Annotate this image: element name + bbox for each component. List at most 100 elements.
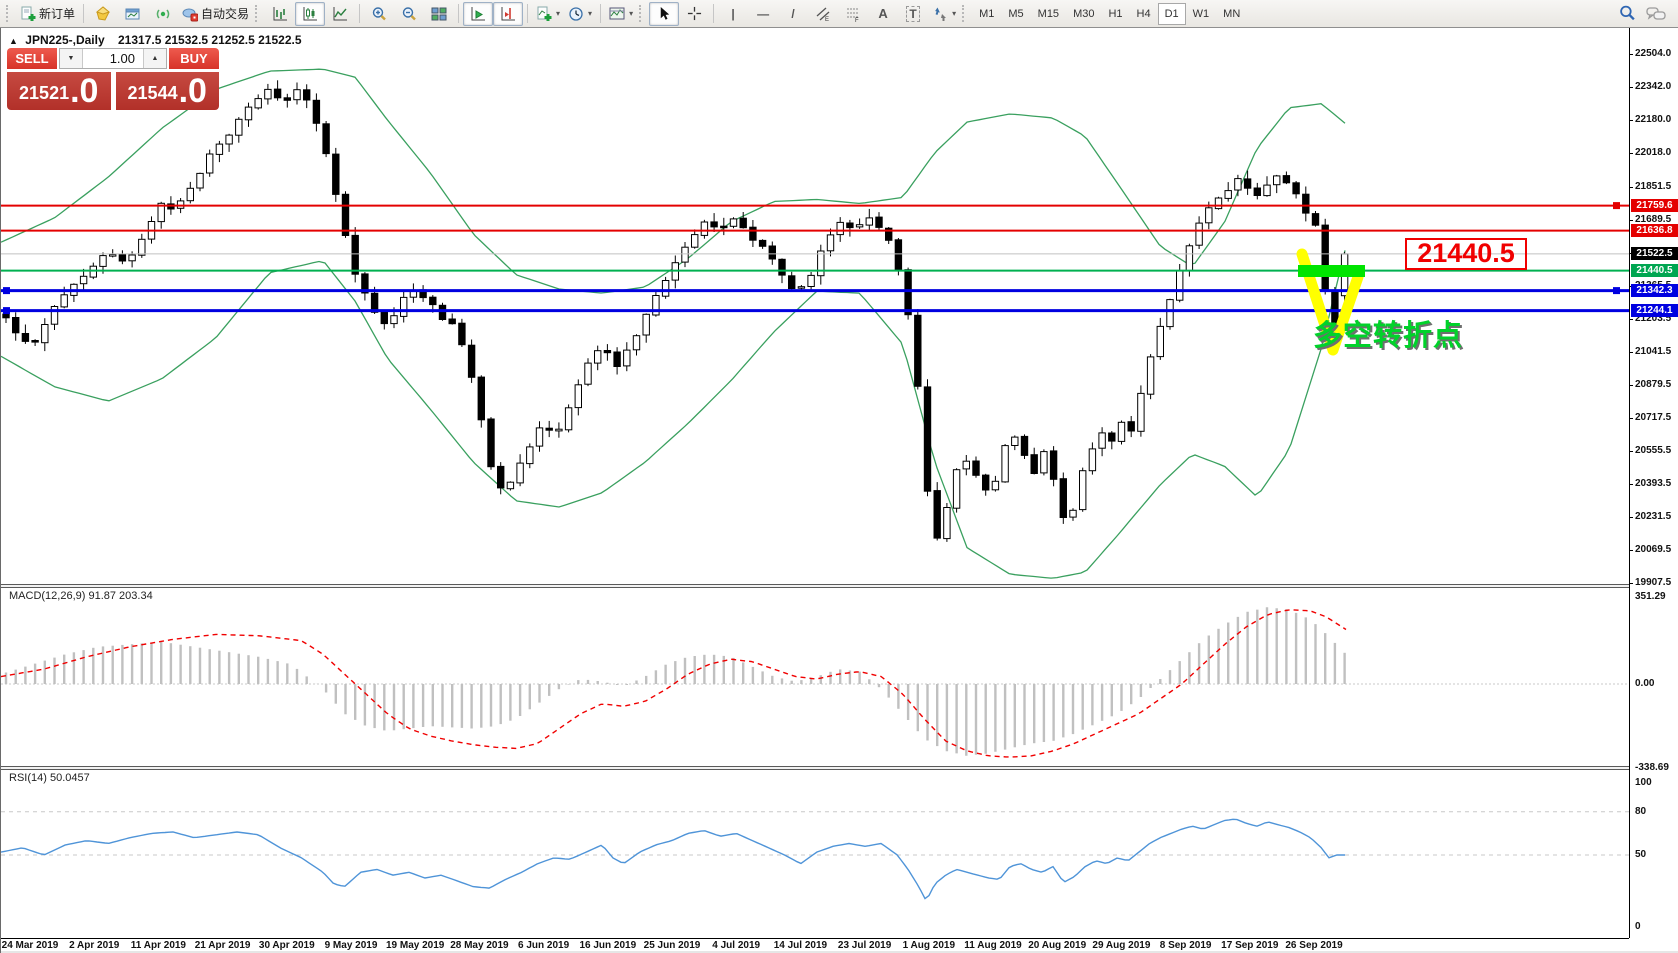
candlestick-chart-button[interactable] (295, 2, 325, 26)
new-order-button[interactable]: 新订单 (16, 2, 79, 26)
macd-axis--338.69: -338.69 (1635, 762, 1669, 773)
tile-windows-button[interactable] (424, 2, 454, 26)
text-icon: A (878, 6, 887, 21)
toolbar-drag-handle[interactable] (6, 5, 12, 22)
crosshair-button[interactable] (679, 2, 709, 26)
zoom-out-button[interactable] (394, 2, 424, 26)
equidistant-channel-button[interactable]: E (808, 2, 838, 26)
search-icon[interactable] (1619, 5, 1636, 22)
text-label-button[interactable]: T (898, 2, 928, 26)
timeframe-m30[interactable]: M30 (1066, 3, 1101, 25)
chat-icon[interactable] (1646, 6, 1666, 22)
collapse-icon[interactable]: ▲ (9, 36, 18, 46)
price-callout[interactable]: 21440.5 (1405, 238, 1527, 270)
date-label: 14 Jul 2019 (774, 940, 827, 951)
bar-chart-button[interactable] (265, 2, 295, 26)
periods-button[interactable]: ▾ (564, 2, 596, 26)
timeframe-mn[interactable]: MN (1216, 3, 1247, 25)
date-axis[interactable]: 24 Mar 20192 Apr 201911 Apr 201921 Apr 2… (1, 938, 1629, 952)
green-highlight-bar[interactable] (1298, 265, 1365, 277)
candle-up (643, 314, 649, 335)
toolbar-drag-handle[interactable] (962, 5, 968, 22)
candle-up (90, 266, 96, 277)
level-drag-handle[interactable] (1613, 202, 1620, 209)
metaeditor-button[interactable] (88, 2, 118, 26)
horizontal-line-button[interactable]: — (748, 2, 778, 26)
timeframe-m1[interactable]: M1 (972, 3, 1001, 25)
dropdown-caret-icon[interactable]: ▾ (588, 9, 592, 18)
line-chart-button[interactable] (325, 2, 355, 26)
candle-up (42, 325, 48, 343)
sell-price[interactable]: 21521 .0 (7, 72, 111, 110)
sell-button[interactable]: SELL (7, 48, 57, 69)
toolbar-separator (713, 4, 714, 23)
candle-up (1012, 437, 1018, 445)
toolbar-drag-handle[interactable] (639, 5, 645, 22)
volume-input[interactable]: 1.00 (83, 49, 143, 68)
sell-price-int: 21521 (19, 78, 69, 108)
candle-up (265, 89, 271, 99)
trendline-button[interactable]: / (778, 2, 808, 26)
macd-pane[interactable] (1, 588, 1629, 766)
candle-up (798, 287, 804, 289)
candle-up (197, 173, 203, 188)
candle-up (294, 90, 300, 100)
zoom-in-button[interactable] (364, 2, 394, 26)
candle-down (973, 461, 979, 475)
candle-up (1002, 446, 1008, 482)
candle-up (1157, 326, 1163, 356)
timeframe-h1[interactable]: H1 (1101, 3, 1129, 25)
macd-signal-line (1, 610, 1346, 757)
indicators-button[interactable]: ▾ (532, 2, 564, 26)
date-label: 4 Jul 2019 (712, 940, 760, 951)
dropdown-caret-icon[interactable]: ▾ (629, 9, 633, 18)
fibonacci-button[interactable]: F (838, 2, 868, 26)
toolbar-drag-handle[interactable] (255, 5, 261, 22)
candle-down (934, 491, 940, 538)
new-chart-button[interactable] (118, 2, 148, 26)
turning-point-annotation[interactable]: 多空转折点 (1313, 312, 1463, 354)
date-label: 1 Aug 2019 (903, 940, 955, 951)
level-drag-handle[interactable] (1613, 287, 1620, 294)
date-label: 28 May 2019 (450, 940, 508, 951)
signals-button[interactable] (148, 2, 178, 26)
candle-down (905, 270, 911, 315)
trendline-icon: / (791, 7, 794, 21)
chart-shift-icon (500, 6, 516, 22)
rsi-pane[interactable] (1, 770, 1629, 938)
arrows-button[interactable]: ▾ (928, 2, 960, 26)
timeframe-m5[interactable]: M5 (1001, 3, 1030, 25)
level-drag-handle[interactable] (3, 307, 10, 314)
buy-price[interactable]: 21544 .0 (116, 72, 220, 110)
price-axis[interactable]: 22504.022342.022180.022018.021851.521689… (1629, 28, 1678, 938)
dropdown-caret-icon[interactable]: ▾ (556, 9, 560, 18)
candle-up (944, 508, 950, 539)
signals-icon (155, 6, 171, 22)
main-toolbar: 新订单 自动交易 (0, 0, 1678, 28)
candle-down (449, 319, 455, 324)
fibonacci-icon: F (845, 6, 861, 22)
rsi-axis-50: 50 (1635, 849, 1646, 860)
timeframe-m15[interactable]: M15 (1031, 3, 1066, 25)
level-drag-handle[interactable] (3, 287, 10, 294)
chart-shift-button[interactable] (493, 2, 523, 26)
dropdown-caret-icon[interactable]: ▾ (952, 9, 956, 18)
templates-button[interactable]: ▾ (605, 2, 637, 26)
autotrading-label: 自动交易 (201, 5, 249, 22)
price-badge-21636.8: 21636.8 (1631, 224, 1678, 237)
volume-decrease-button[interactable]: ▼ (60, 49, 83, 68)
timeframe-w1[interactable]: W1 (1186, 3, 1217, 25)
volume-increase-button[interactable]: ▲ (143, 49, 166, 68)
timeframe-h4[interactable]: H4 (1130, 3, 1158, 25)
autotrading-button[interactable]: 自动交易 (178, 2, 253, 26)
candlestick-chart-icon (302, 6, 318, 22)
buy-button[interactable]: BUY (169, 48, 219, 69)
vertical-line-button[interactable]: | (718, 2, 748, 26)
candle-down (1050, 451, 1056, 479)
price-chart-pane[interactable] (1, 28, 1629, 584)
arrows-icon (932, 6, 948, 22)
timeframe-d1[interactable]: D1 (1158, 3, 1186, 25)
cursor-button[interactable] (649, 2, 679, 26)
text-button[interactable]: A (868, 2, 898, 26)
auto-scroll-button[interactable] (463, 2, 493, 26)
